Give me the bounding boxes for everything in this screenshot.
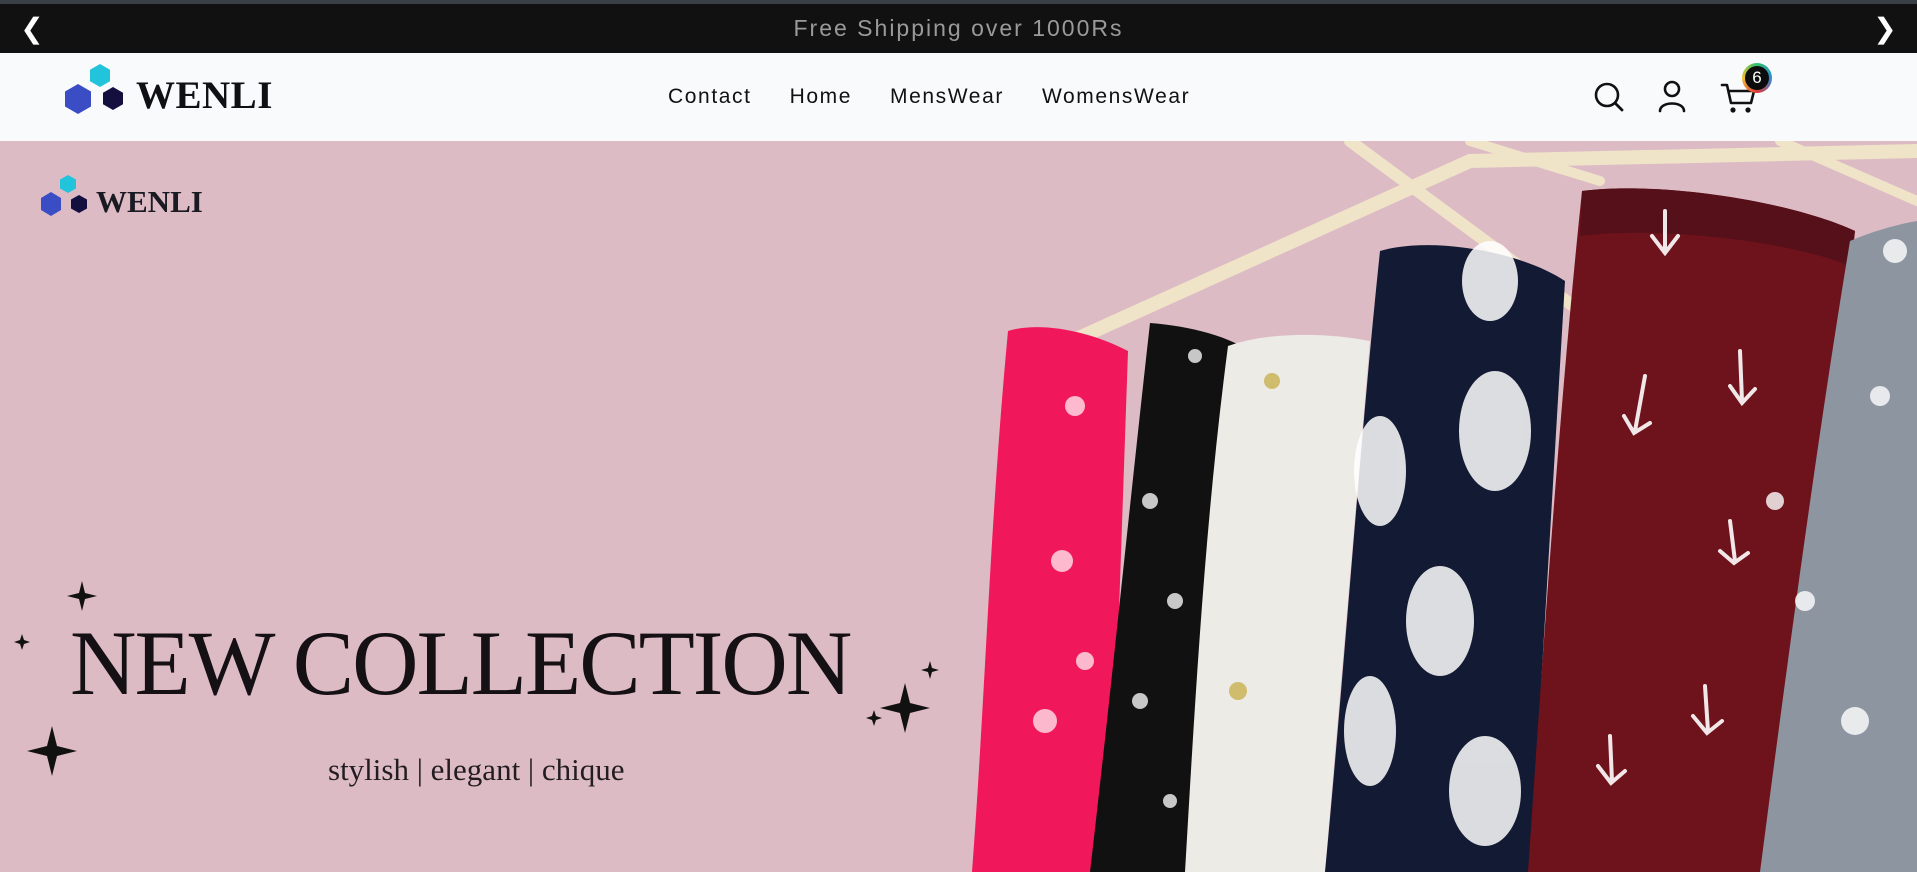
- main-nav: Contact Home MensWear WomensWear: [668, 53, 1190, 141]
- hero-headline: NEW COLLECTION: [70, 612, 852, 714]
- site-header: WENLI Contact Home MensWear WomensWear 6: [0, 53, 1917, 141]
- nav-menswear[interactable]: MensWear: [890, 85, 1004, 109]
- brand-name: WENLI: [136, 74, 273, 117]
- hero-brand-logo: WENLI: [34, 173, 224, 237]
- nav-contact[interactable]: Contact: [668, 85, 752, 109]
- search-icon[interactable]: [1587, 75, 1631, 119]
- cart-count: 6: [1745, 66, 1769, 90]
- announcement-text: Free Shipping over 1000Rs: [793, 15, 1124, 41]
- hexagon-logo-icon: [41, 175, 87, 216]
- nav-womenswear[interactable]: WomensWear: [1042, 85, 1190, 109]
- hero-brand-name: WENLI: [96, 184, 203, 219]
- hero-tagline: stylish | elegant | chique: [328, 752, 625, 787]
- announcement-bar: ❮ Free Shipping over 1000Rs ❯: [0, 4, 1917, 53]
- brand-logo[interactable]: WENLI: [56, 62, 286, 128]
- hero-product-image: [0, 141, 1917, 872]
- chevron-right-icon[interactable]: ❯: [1865, 4, 1905, 53]
- account-icon[interactable]: [1650, 75, 1694, 119]
- nav-home[interactable]: Home: [790, 85, 852, 109]
- hexagon-logo-icon: [65, 64, 123, 114]
- hero-banner[interactable]: WENLI NEW COLLECTION stylish | elegant |…: [0, 141, 1917, 872]
- cart-count-badge: 6: [1742, 63, 1772, 93]
